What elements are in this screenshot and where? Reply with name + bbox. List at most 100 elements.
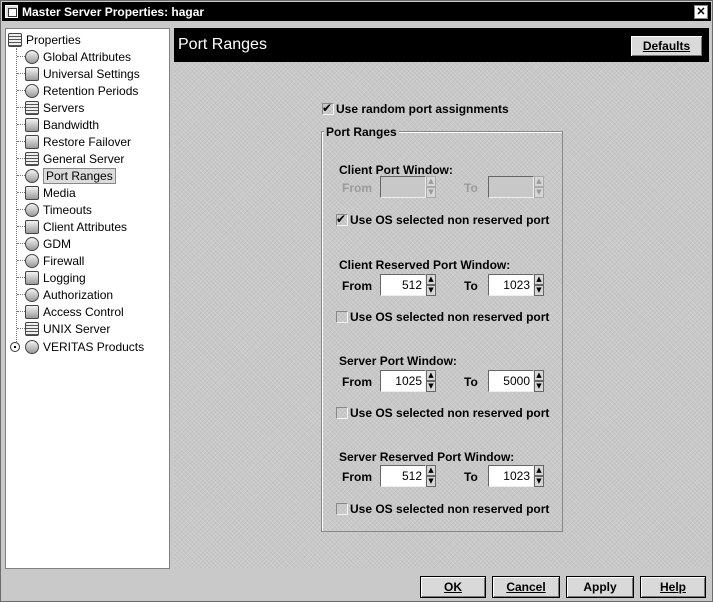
- spin-down-icon: ▼: [534, 187, 544, 198]
- server-reserved-from-spinner[interactable]: ▲ ▼: [426, 465, 436, 487]
- ok-button[interactable]: OK: [420, 576, 486, 598]
- tree-item-timeouts[interactable]: Timeouts: [25, 201, 92, 218]
- server-port-from-spinner[interactable]: ▲ ▼: [426, 370, 436, 392]
- apply-button[interactable]: Apply: [566, 576, 634, 598]
- server-reserved-to-field[interactable]: 1023 ▲ ▼: [488, 465, 544, 487]
- spin-down-icon[interactable]: ▼: [426, 285, 436, 296]
- master-server-properties-window: Master Server Properties: hagar ✕ Proper…: [0, 0, 713, 602]
- tree-item-properties[interactable]: Properties: [8, 31, 81, 48]
- spin-up-icon[interactable]: ▲: [426, 370, 436, 381]
- server-port-to-field[interactable]: 5000 ▲ ▼: [488, 370, 544, 392]
- cancel-button[interactable]: Cancel: [492, 576, 560, 598]
- tree-item-bandwidth[interactable]: Bandwidth: [25, 116, 99, 133]
- server-port-os-checkbox[interactable]: Use OS selected non reserved port: [336, 406, 549, 420]
- access-control-icon: [25, 304, 39, 319]
- client-port-from-input: [380, 176, 426, 198]
- tree-item-port-ranges[interactable]: Port Ranges: [25, 167, 116, 184]
- tree-item-logging[interactable]: Logging: [25, 269, 86, 286]
- tree-item-general-server[interactable]: General Server: [25, 150, 124, 167]
- client-port-from-spinner: ▲ ▼: [426, 176, 436, 198]
- server-port-from-input[interactable]: 1025: [380, 370, 426, 392]
- tree-item-global-attributes[interactable]: Global Attributes: [25, 48, 131, 65]
- tree-item-universal-settings[interactable]: Universal Settings: [25, 65, 140, 82]
- spin-down-icon[interactable]: ▼: [534, 285, 544, 296]
- tree-item-unix-server[interactable]: UNIX Server: [25, 320, 110, 337]
- tree-item-firewall[interactable]: Firewall: [25, 252, 84, 269]
- spin-down-icon[interactable]: ▼: [426, 476, 436, 487]
- help-button[interactable]: Help: [640, 576, 706, 598]
- server-reserved-to-spinner[interactable]: ▲ ▼: [534, 465, 544, 487]
- tree-item-veritas-products[interactable]: VERITAS Products: [25, 338, 144, 355]
- client-reserved-from-label: From: [342, 279, 372, 293]
- group-title: Port Ranges: [324, 125, 399, 139]
- timer-icon: [25, 202, 39, 217]
- tree-item-restore-failover[interactable]: Restore Failover: [25, 133, 131, 150]
- globe-icon: [25, 49, 39, 64]
- port-ranges-panel: Use random port assignments Port Ranges …: [174, 62, 709, 569]
- tree-item-retention-periods[interactable]: Retention Periods: [25, 82, 138, 99]
- title-bar[interactable]: Master Server Properties: hagar ✕: [2, 2, 711, 21]
- client-reserved-os-checkbox[interactable]: Use OS selected non reserved port: [336, 310, 549, 324]
- properties-tree[interactable]: Properties Global Attributes Universal S…: [5, 28, 170, 569]
- authorization-icon: [25, 287, 39, 302]
- spin-up-icon: ▲: [534, 176, 544, 187]
- checkbox-label: Use OS selected non reserved port: [350, 213, 550, 227]
- random-port-checkbox[interactable]: Use random port assignments: [322, 101, 509, 116]
- server-reserved-from-field[interactable]: 512 ▲ ▼: [380, 465, 436, 487]
- server-reserved-to-input[interactable]: 1023: [488, 465, 534, 487]
- gdm-icon: [25, 236, 39, 251]
- checkbox-indicator[interactable]: [322, 101, 334, 115]
- server-reserved-heading: Server Reserved Port Window:: [339, 450, 515, 464]
- checkbox-indicator[interactable]: [336, 311, 348, 323]
- close-icon[interactable]: ✕: [694, 4, 708, 19]
- client-icon: [25, 219, 39, 234]
- client-reserved-from-field[interactable]: 512 ▲ ▼: [380, 274, 436, 296]
- client-port-os-checkbox[interactable]: Use OS selected non reserved port: [336, 212, 550, 227]
- tree-branch: [17, 175, 25, 176]
- tree-item-authorization[interactable]: Authorization: [25, 286, 113, 303]
- tree-branch: [17, 73, 25, 74]
- tree-item-gdm[interactable]: GDM: [25, 235, 71, 252]
- spin-up-icon[interactable]: ▲: [534, 274, 544, 285]
- spin-up-icon[interactable]: ▲: [426, 465, 436, 476]
- tree-branch: [17, 294, 25, 295]
- port-icon: [25, 168, 39, 183]
- tree-item-label: Restore Failover: [43, 134, 132, 149]
- server-properties-icon: [8, 32, 22, 47]
- checkbox-indicator[interactable]: [336, 407, 348, 419]
- tree-item-label: Logging: [43, 270, 86, 285]
- spin-down-icon[interactable]: ▼: [426, 381, 436, 392]
- checkbox-label: Use OS selected non reserved port: [350, 406, 550, 420]
- spin-down-icon[interactable]: ▼: [534, 476, 544, 487]
- client-reserved-to-field[interactable]: 1023 ▲ ▼: [488, 274, 544, 296]
- checkbox-indicator[interactable]: [336, 212, 348, 226]
- checkbox-indicator[interactable]: [336, 503, 348, 515]
- tree-item-label: Port Ranges: [43, 167, 116, 184]
- spin-up-icon[interactable]: ▲: [534, 370, 544, 381]
- tree-item-media[interactable]: Media: [25, 184, 76, 201]
- tree-branch: [17, 56, 25, 57]
- client-reserved-to-spinner[interactable]: ▲ ▼: [534, 274, 544, 296]
- server-port-to-input[interactable]: 5000: [488, 370, 534, 392]
- expand-toggle-icon[interactable]: [10, 342, 20, 352]
- tree-item-label: Properties: [26, 32, 81, 47]
- server-reserved-os-checkbox[interactable]: Use OS selected non reserved port: [336, 502, 549, 516]
- server-port-to-spinner[interactable]: ▲ ▼: [534, 370, 544, 392]
- client-reserved-from-spinner[interactable]: ▲ ▼: [426, 274, 436, 296]
- tree-branch: [17, 311, 25, 312]
- failover-icon: [25, 134, 39, 149]
- spin-down-icon[interactable]: ▼: [534, 381, 544, 392]
- tree-item-access-control[interactable]: Access Control: [25, 303, 124, 320]
- client-port-heading: Client Port Window:: [339, 163, 453, 177]
- client-reserved-from-input[interactable]: 512: [380, 274, 426, 296]
- defaults-button[interactable]: Defaults: [630, 35, 703, 57]
- client-reserved-to-input[interactable]: 1023: [488, 274, 534, 296]
- tree-item-client-attributes[interactable]: Client Attributes: [25, 218, 127, 235]
- tree-branch: [17, 243, 25, 244]
- server-port-from-field[interactable]: 1025 ▲ ▼: [380, 370, 436, 392]
- spin-up-icon[interactable]: ▲: [534, 465, 544, 476]
- spin-up-icon[interactable]: ▲: [426, 274, 436, 285]
- tree-item-servers[interactable]: Servers: [25, 99, 84, 116]
- window-title: Master Server Properties: hagar: [22, 4, 205, 19]
- server-reserved-from-input[interactable]: 512: [380, 465, 426, 487]
